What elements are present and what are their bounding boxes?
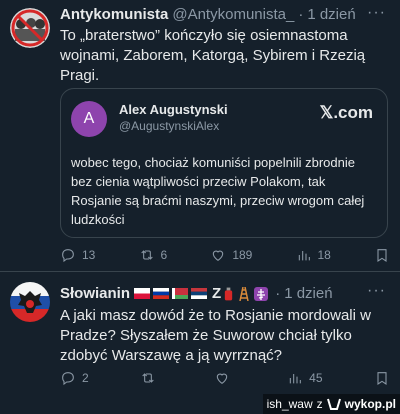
tweet-header: Słowianin Z · 1 dzień <box>60 285 333 302</box>
like-button[interactable]: 189 <box>210 247 252 263</box>
repost-count: 6 <box>160 248 168 262</box>
timestamp[interactable]: 1 dzień <box>307 6 355 23</box>
more-options-icon[interactable]: ··· <box>367 4 386 22</box>
watermark: ish_waw z wykop.pl <box>262 394 400 414</box>
author-name[interactable]: Słowianin <box>60 285 130 302</box>
heart-icon <box>216 373 227 384</box>
flag-serbia-icon <box>191 288 208 299</box>
quoted-tweet-card[interactable]: A Alex Augustynski @AugustynskiAlex 𝕏.co… <box>60 88 388 238</box>
orthodox-cross-icon <box>254 286 269 301</box>
flag-russia-icon <box>153 288 170 299</box>
watermark-user: ish_waw <box>266 397 313 411</box>
views-button[interactable]: 45 <box>287 370 323 386</box>
tweet-actions: 13 6 189 18 <box>60 247 390 263</box>
reply-button[interactable]: 13 <box>60 247 95 263</box>
separator-dot: · <box>275 285 281 302</box>
tweet-antykomunista[interactable]: Antykomunista @Antykomunista_ · 1 dzień … <box>0 0 400 272</box>
watermark-prefix: z <box>316 397 323 411</box>
tweet-text: A jaki masz dowód że to Rosjanie mordowa… <box>60 307 371 364</box>
bookmark-button[interactable] <box>374 370 390 386</box>
z-letter-badge: Z <box>212 285 222 302</box>
quoted-author-name: Alex Augustynski <box>119 102 228 117</box>
flag-poland-icon <box>134 288 151 299</box>
bookmark-icon <box>377 249 387 262</box>
like-button[interactable] <box>214 370 236 386</box>
avatar-image <box>10 8 50 48</box>
like-count: 189 <box>232 248 253 262</box>
reply-icon <box>62 372 74 386</box>
reply-button[interactable]: 2 <box>60 370 89 386</box>
quoted-author-handle: @AugustynskiAlex <box>119 119 220 133</box>
quoted-avatar[interactable]: A <box>71 101 107 137</box>
reply-count: 2 <box>82 371 89 385</box>
repost-icon <box>142 373 154 383</box>
views-button[interactable]: 18 <box>296 247 331 263</box>
flag-belarus-icon <box>172 288 189 299</box>
repost-button[interactable]: 6 <box>139 247 168 263</box>
bookmark-button[interactable] <box>374 247 390 263</box>
tweet-actions: 2 45 <box>60 370 390 386</box>
views-chart-icon <box>289 374 302 384</box>
reply-count: 13 <box>82 248 96 262</box>
x-logo-icon: 𝕏.com <box>319 103 373 122</box>
watermark-brand: wykop.pl <box>344 397 396 411</box>
repost-button[interactable] <box>140 370 162 386</box>
author-handle[interactable]: @Antykomunista_ <box>172 6 294 23</box>
reply-icon <box>62 249 74 263</box>
separator-dot: · <box>298 6 304 23</box>
view-count: 45 <box>309 371 323 385</box>
ladder-icon <box>239 286 249 301</box>
avatar-image <box>10 282 50 322</box>
more-options-icon[interactable]: ··· <box>367 282 386 300</box>
tweet-slowianin[interactable]: Słowianin Z · 1 dzień ··· A jaki masz do… <box>0 272 400 414</box>
view-count: 18 <box>317 248 331 262</box>
bookmark-icon <box>377 372 387 385</box>
avatar[interactable] <box>10 282 50 322</box>
timestamp[interactable]: 1 dzień <box>284 285 332 302</box>
tweet-header: Antykomunista @Antykomunista_ · 1 dzień <box>60 6 356 23</box>
fire-extinguisher-icon <box>225 287 233 300</box>
avatar[interactable] <box>10 8 50 48</box>
author-name[interactable]: Antykomunista <box>60 6 168 23</box>
tweet-text: To „braterstwo” kończyło się osiemnastom… <box>60 27 366 84</box>
heart-icon <box>213 250 224 261</box>
flag-badges: Z <box>134 285 271 302</box>
repost-icon <box>140 250 153 260</box>
quoted-text: wobec tego, chociaż komuniści popelnili … <box>71 155 365 227</box>
wykop-logo-icon <box>326 398 341 410</box>
views-chart-icon <box>298 251 310 261</box>
